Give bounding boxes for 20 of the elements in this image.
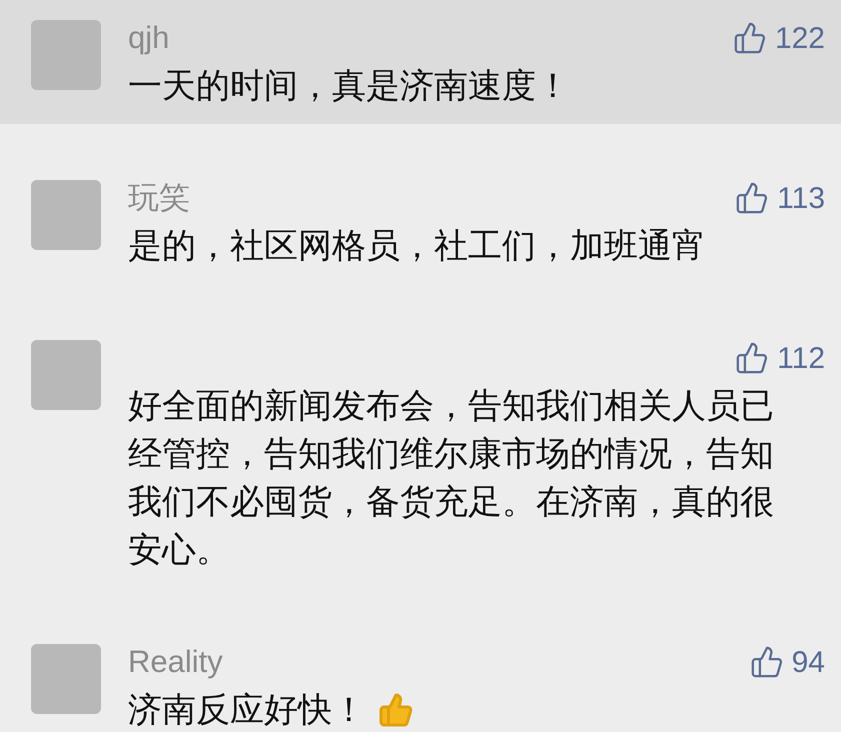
thumbs-up-icon — [732, 21, 767, 55]
like-button[interactable]: 113 — [735, 176, 825, 220]
thumbs-up-icon — [735, 341, 770, 375]
user-name: 玩笑 — [128, 178, 190, 217]
comment-text: 济南反应好快！ — [128, 690, 366, 731]
comment-text: 好全面的新闻发布会，告知我们相关人员已经管控，告知我们维尔康市场的情况，告知我们不必囤货，备货充足。在济南，真的很安心。 — [128, 386, 775, 571]
like-button[interactable]: 94 — [750, 640, 825, 684]
user-name: Reality — [128, 642, 223, 681]
avatar-placeholder — [31, 180, 101, 250]
avatar-placeholder — [31, 20, 101, 90]
thumbs-up-icon — [378, 692, 414, 728]
user-name: qjh — [128, 18, 170, 57]
avatar-placeholder — [31, 340, 101, 410]
thumbs-up-icon — [750, 645, 784, 679]
like-button[interactable]: 122 — [732, 16, 825, 60]
like-button[interactable]: 112 — [735, 336, 825, 380]
avatar-placeholder — [31, 644, 101, 714]
comment-text: 是的，社区网格员，社工们，加班通宵 — [128, 226, 706, 267]
comment-text: 一天的时间，真是济南速度！ — [128, 66, 570, 107]
thumbs-up-icon — [735, 181, 770, 215]
